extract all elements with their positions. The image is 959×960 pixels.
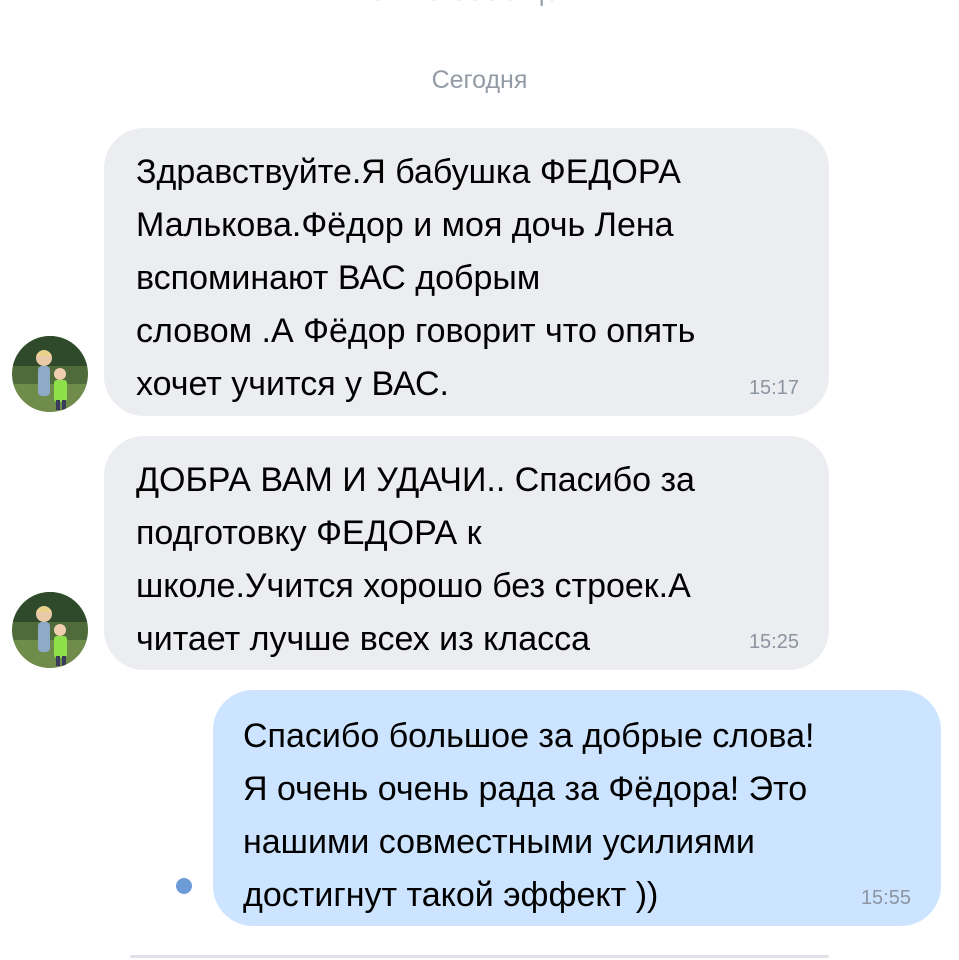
message-bubble-incoming[interactable]: ДОБРА ВАМ И УДАЧИ.. Спасибо за подготовк… [104,436,829,670]
message-bubble-outgoing[interactable]: Спасибо большое за добрые слова! Я очень… [213,690,941,926]
next-item-edge [130,955,829,958]
sender-avatar[interactable] [12,336,88,412]
chat-screen: Новые сообщения Сегодня Здравствуйте.Я б… [0,0,959,960]
message-text: Спасибо большое за добрые слова! Я очень… [243,717,815,914]
message-bubble-incoming[interactable]: Здравствуйте.Я бабушка ФЕДОРА Малькова.Ф… [104,128,829,416]
unread-dot-icon [176,878,192,894]
message-time: 15:17 [748,377,799,399]
date-separator: Сегодня [431,66,528,94]
new-messages-divider: Новые сообщения [0,0,959,8]
message-time: 15:25 [748,631,799,653]
message-time: 15:55 [860,887,911,909]
message-text: ДОБРА ВАМ И УДАЧИ.. Спасибо за подготовк… [136,461,695,658]
message-text: Здравствуйте.Я бабушка ФЕДОРА Малькова.Ф… [136,153,696,403]
avatar-photo-icon [12,592,88,668]
avatar-photo-icon [12,336,88,412]
sender-avatar[interactable] [12,592,88,668]
